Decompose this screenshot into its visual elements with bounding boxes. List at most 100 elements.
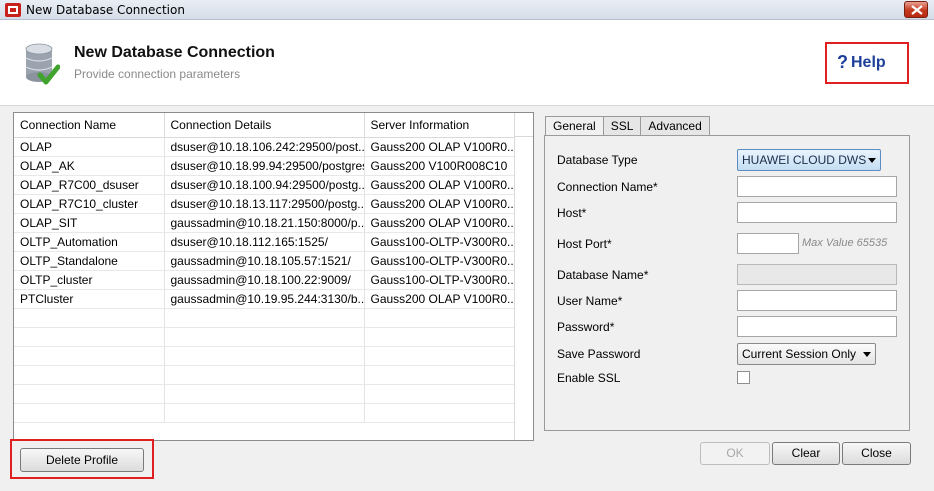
table-cell: Gauss200 OLAP V100R0...: [364, 137, 515, 157]
table-row[interactable]: OLAP_SIT gaussadmin@10.18.21.150:8000/p..…: [14, 213, 515, 233]
tab-advanced[interactable]: Advanced: [640, 116, 710, 136]
host-label: Host*: [557, 206, 587, 220]
table-cell: Gauss200 OLAP V100R0...: [364, 175, 515, 195]
table-cell: gaussadmin@10.18.105.57:1521/: [164, 251, 365, 271]
close-button[interactable]: Close: [842, 442, 911, 465]
tab-bar-line: [714, 135, 910, 136]
column-header-connection-details[interactable]: Connection Details: [164, 113, 365, 138]
tab-bar: General SSL Advanced: [545, 116, 710, 137]
table-cell: [14, 403, 165, 423]
help-button[interactable]: ? Help: [837, 52, 886, 73]
delete-profile-button[interactable]: Delete Profile: [20, 448, 144, 472]
connection-table: Connection Name Connection Details Serve…: [13, 112, 534, 441]
table-row[interactable]: OLAP dsuser@10.18.106.242:29500/post... Ga…: [14, 137, 515, 157]
table-cell: OLTP_Automation: [14, 232, 165, 252]
password-field[interactable]: [737, 316, 897, 337]
table-cell: Gauss200 OLAP V100R0...: [364, 194, 515, 214]
save-password-select[interactable]: Current Session Only: [737, 343, 876, 365]
window-close-button[interactable]: [904, 1, 928, 18]
table-cell: [164, 365, 365, 385]
database-icon: [25, 43, 60, 85]
table-cell: Gauss200 OLAP V100R0...: [364, 213, 515, 233]
host-port-field[interactable]: [737, 233, 799, 254]
table-cell: dsuser@10.18.99.94:29500/postgres: [164, 156, 365, 176]
table-body: OLAP dsuser@10.18.106.242:29500/post... Ga…: [14, 137, 515, 423]
table-cell: dsuser@10.18.100.94:29500/postg...: [164, 175, 365, 195]
column-header-server-information[interactable]: Server Information: [364, 113, 515, 138]
page-subtitle: Provide connection parameters: [74, 67, 241, 81]
table-cell: [164, 403, 365, 423]
table-cell: Gauss100-OLTP-V300R0...: [364, 251, 515, 271]
close-icon: [911, 5, 923, 15]
table-cell: [14, 327, 165, 347]
column-header-connection-name[interactable]: Connection Name: [14, 113, 165, 138]
table-cell: [364, 346, 515, 366]
connection-name-field[interactable]: [737, 176, 897, 197]
table-cell: [164, 346, 365, 366]
table-row[interactable]: OLTP_Standalone gaussadmin@10.18.105.57:1…: [14, 251, 515, 271]
table-cell: OLTP_Standalone: [14, 251, 165, 271]
help-highlight: ? Help: [825, 42, 909, 84]
host-field[interactable]: [737, 202, 897, 223]
table-cell: OLAP_AK: [14, 156, 165, 176]
table-cell: [14, 365, 165, 385]
table-cell: [164, 327, 365, 347]
table-row-empty: [14, 384, 515, 404]
table-cell: gaussadmin@10.18.100.22:9009/: [164, 270, 365, 290]
dialog-body: Connection Name Connection Details Serve…: [0, 105, 934, 491]
table-cell: [164, 384, 365, 404]
table-cell: [14, 308, 165, 328]
table-cell: PTCluster: [14, 289, 165, 309]
table-cell: OLAP_R7C10_cluster: [14, 194, 165, 214]
table-cell: gaussadmin@10.19.95.244:3130/b...: [164, 289, 365, 309]
table-cell: OLAP_SIT: [14, 213, 165, 233]
ok-button[interactable]: OK: [700, 442, 770, 465]
table-row-empty: [14, 346, 515, 366]
tab-general[interactable]: General: [545, 116, 604, 137]
table-cell: [364, 365, 515, 385]
page-title: New Database Connection: [74, 44, 275, 61]
table-row[interactable]: PTCluster gaussadmin@10.19.95.244:3130/b.…: [14, 289, 515, 309]
table-cell: [364, 403, 515, 423]
table-cell: OLAP: [14, 137, 165, 157]
enable-ssl-checkbox[interactable]: [737, 371, 750, 384]
table-row-empty: [14, 308, 515, 328]
table-cell: gaussadmin@10.18.21.150:8000/p...: [164, 213, 365, 233]
dialog-header: New Database Connection Provide connecti…: [0, 21, 934, 105]
database-type-label: Database Type: [557, 153, 638, 167]
window-title: New Database Connection: [26, 3, 185, 17]
clear-button[interactable]: Clear: [772, 442, 840, 465]
title-bar: New Database Connection: [0, 0, 934, 20]
database-name-label: Database Name*: [557, 268, 649, 282]
table-cell: Gauss200 OLAP V100R0...: [364, 289, 515, 309]
table-cell: OLTP_cluster: [14, 270, 165, 290]
table-cell: [364, 308, 515, 328]
table-row[interactable]: OLTP_Automation dsuser@10.18.112.165:1525…: [14, 232, 515, 252]
table-cell: Gauss100-OLTP-V300R0...: [364, 232, 515, 252]
host-port-hint: Max Value 65535: [802, 237, 888, 249]
host-port-label: Host Port*: [557, 237, 612, 251]
table-cell: Gauss200 V100R008C10: [364, 156, 515, 176]
table-row-empty: [14, 327, 515, 347]
database-name-field[interactable]: [737, 264, 897, 285]
table-cell: [364, 384, 515, 404]
table-scroll-column: [514, 113, 533, 440]
chevron-down-icon: [868, 158, 876, 163]
database-type-select[interactable]: HUAWEI CLOUD DWS: [737, 149, 881, 171]
table-row[interactable]: OLTP_cluster gaussadmin@10.18.100.22:9009…: [14, 270, 515, 290]
enable-ssl-label: Enable SSL: [557, 371, 621, 385]
app-icon: [5, 3, 21, 17]
table-row[interactable]: OLAP_R7C00_dsuser dsuser@10.18.100.94:295…: [14, 175, 515, 195]
table-row-empty: [14, 403, 515, 423]
tab-ssl[interactable]: SSL: [602, 116, 642, 136]
table-row[interactable]: OLAP_AK dsuser@10.18.99.94:29500/postgres…: [14, 156, 515, 176]
save-password-value: Current Session Only: [742, 347, 857, 361]
table-cell: [14, 384, 165, 404]
table-row-empty: [14, 365, 515, 385]
user-name-field[interactable]: [737, 290, 897, 311]
connection-name-label: Connection Name*: [557, 180, 658, 194]
table-cell: dsuser@10.18.106.242:29500/post...: [164, 137, 365, 157]
table-row[interactable]: OLAP_R7C10_cluster dsuser@10.18.13.117:29…: [14, 194, 515, 214]
user-name-label: User Name*: [557, 294, 623, 308]
help-label: Help: [851, 53, 886, 71]
